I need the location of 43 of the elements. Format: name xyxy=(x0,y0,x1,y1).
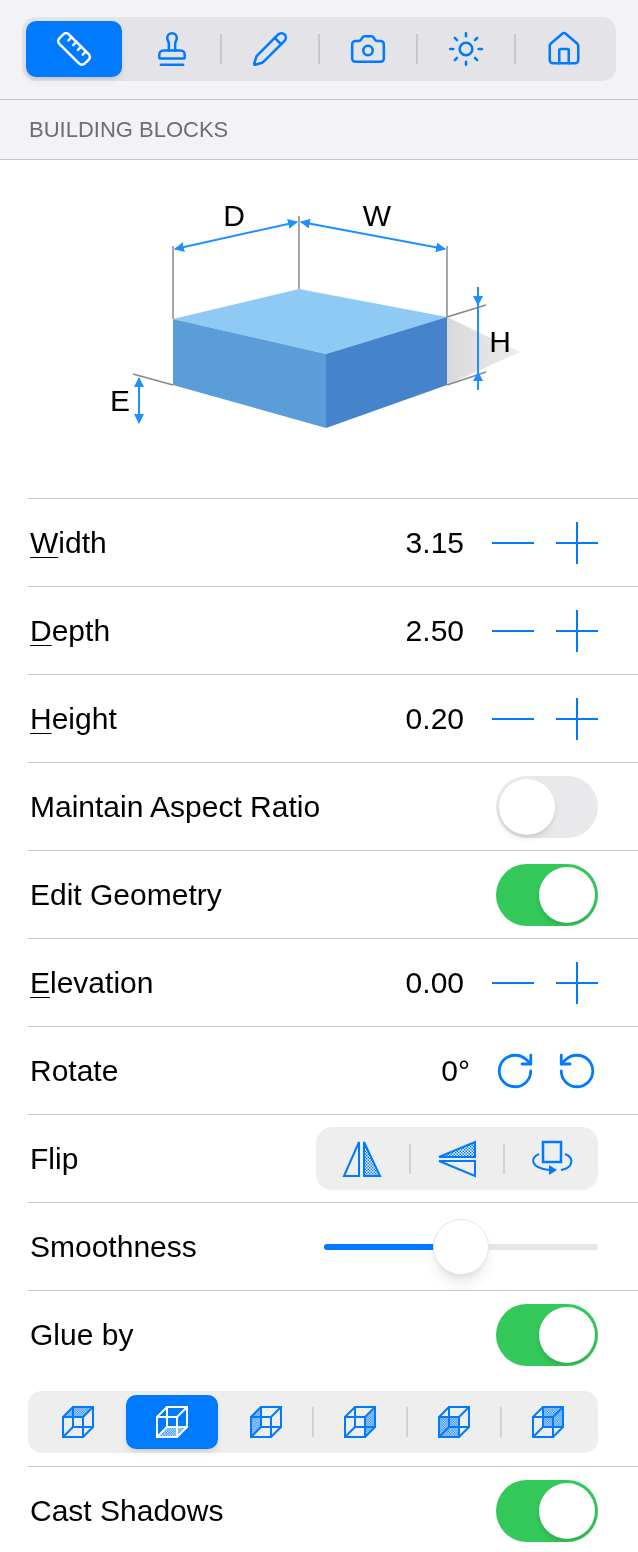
plus-button[interactable] xyxy=(556,520,598,565)
minus-icon xyxy=(492,981,534,984)
plus-icon xyxy=(556,521,598,564)
value-text: 2.50 xyxy=(405,613,464,649)
value-text: 3.15 xyxy=(405,525,464,561)
value-text: 0.00 xyxy=(405,965,464,1001)
dimension-label: D xyxy=(223,199,245,232)
row-label: Width xyxy=(30,525,107,561)
row-label: Height xyxy=(30,701,117,737)
plus-icon xyxy=(556,961,598,1004)
dimension-label: E xyxy=(110,384,130,417)
flip-horizontal-icon xyxy=(342,1139,383,1178)
dimension-label: W xyxy=(362,199,392,232)
slider-thumb[interactable] xyxy=(433,1218,489,1275)
row-label: Glue by xyxy=(30,1317,134,1353)
row-label: Smoothness xyxy=(30,1229,197,1265)
plus-icon xyxy=(556,609,598,652)
row-label: Cast Shadows xyxy=(30,1493,224,1529)
plus-button[interactable] xyxy=(556,608,598,653)
plus-button[interactable] xyxy=(556,960,598,1005)
flip-vertical-icon xyxy=(437,1139,477,1178)
dimension-label: H xyxy=(489,325,511,358)
minus-icon xyxy=(492,541,534,544)
row-label: Edit Geometry xyxy=(30,877,222,913)
glue-option[interactable] xyxy=(126,1395,218,1449)
value-text: 0° xyxy=(441,1053,470,1089)
value-text: 0.20 xyxy=(405,701,464,737)
slider[interactable] xyxy=(324,1218,598,1275)
toolbar-tab[interactable] xyxy=(26,21,122,77)
minus-icon xyxy=(492,717,534,720)
section-header: BUILDING BLOCKS xyxy=(29,116,229,144)
plus-button[interactable] xyxy=(556,696,598,741)
plus-icon xyxy=(556,697,598,740)
minus-icon xyxy=(492,629,534,632)
house-icon xyxy=(545,30,583,68)
row-label: Rotate xyxy=(30,1053,119,1089)
row-label: Elevation xyxy=(30,965,154,1001)
row-label: Flip xyxy=(30,1141,79,1177)
row-label: Depth xyxy=(30,613,111,649)
sun-icon xyxy=(447,30,485,68)
row-label: Maintain Aspect Ratio xyxy=(30,789,321,825)
pencil-icon xyxy=(251,30,289,68)
ruler-icon xyxy=(55,30,93,68)
